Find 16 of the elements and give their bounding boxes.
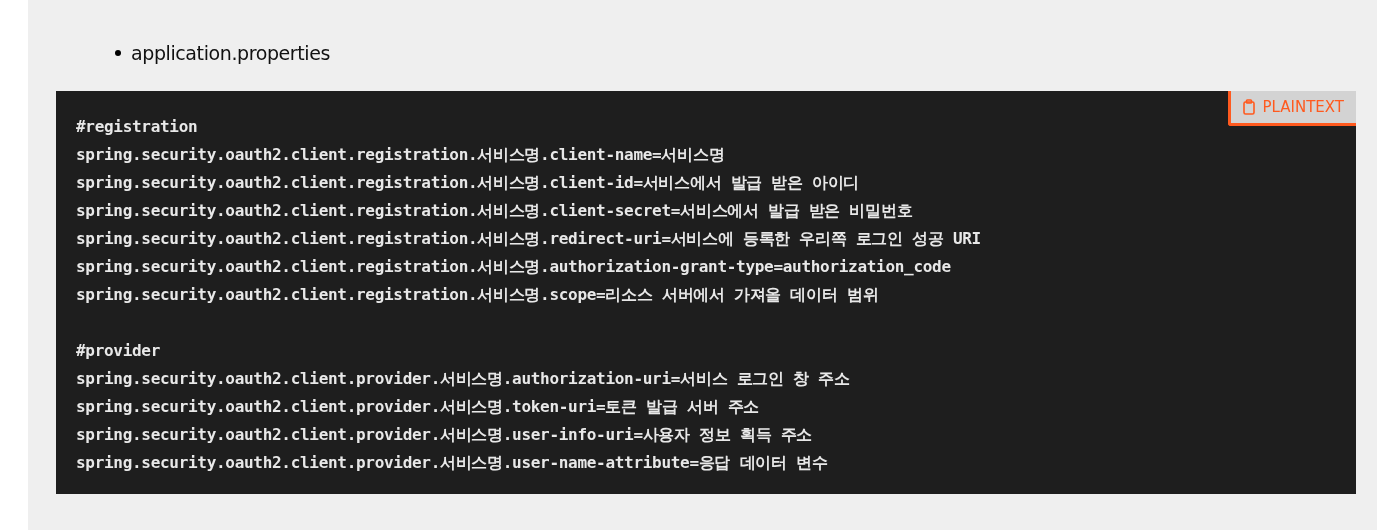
code-line: spring.security.oauth2.client.registration.서비스명.redirect-uri=서비스에 등록한 우리쪽 로그인 성공 URI: [76, 228, 982, 250]
clipboard-icon: [1242, 99, 1255, 115]
code-line: #provider: [76, 340, 161, 362]
code-line: spring.security.oauth2.client.registration.서비스명.authorization-grant-type=authorization_code: [76, 256, 952, 278]
code-line: spring.security.oauth2.client.registration.서비스명.scope=리소스 서버에서 가져올 데이터 범위: [76, 284, 880, 306]
code-line: spring.security.oauth2.client.registration.서비스명.client-name=서비스명: [76, 144, 726, 166]
code-line: spring.security.oauth2.client.registration.서비스명.client-secret=서비스에서 발급 받은 비밀번호: [76, 200, 914, 222]
code-line: spring.security.oauth2.client.provider.서비스명.authorization-uri=서비스 로그인 창 주소: [76, 368, 851, 390]
code-line: spring.security.oauth2.client.provider.서비스명.user-info-uri=사용자 정보 획득 주소: [76, 424, 814, 446]
code-line: spring.security.oauth2.client.registration.서비스명.client-id=서비스에서 발급 받은 아이디: [76, 172, 861, 194]
bullet-icon: [115, 50, 121, 56]
code-line: #registration: [76, 116, 199, 138]
copy-language-button[interactable]: PLAINTEXT: [1227, 91, 1356, 126]
code-line: spring.security.oauth2.client.provider.서비스명.token-uri=토큰 발급 서버 주소: [76, 396, 761, 418]
list-item-text: application.properties: [131, 42, 330, 64]
code-line: spring.security.oauth2.client.provider.서비스명.user-name-attribute=응답 데이터 변수: [76, 452, 829, 474]
